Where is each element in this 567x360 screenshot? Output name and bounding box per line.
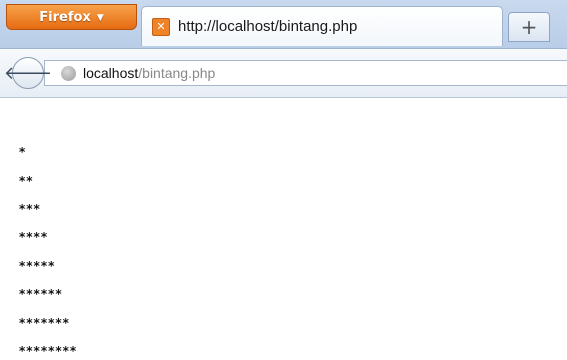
url-bar[interactable]: localhost/bintang.php [44, 60, 567, 86]
tab-active[interactable]: ✕ http://localhost/bintang.php [141, 6, 503, 46]
star-row-5: ***** [19, 259, 56, 273]
star-row-6: ****** [19, 287, 63, 301]
back-arrow-icon: 🡐 [3, 62, 53, 84]
star-row-2: ** [19, 174, 34, 188]
url-path: /bintang.php [138, 65, 216, 81]
globe-icon [61, 65, 76, 81]
star-row-3: *** [19, 202, 41, 216]
new-tab-button[interactable]: + [508, 12, 550, 42]
tab-title: http://localhost/bintang.php [178, 18, 358, 35]
firefox-menu-label: Firefox [39, 9, 91, 25]
chevron-down-icon: ▼ [96, 12, 104, 23]
star-row-1: * [19, 145, 27, 159]
browser-window: Firefox ▼ ✕ http://localhost/bintang.php… [0, 0, 567, 360]
back-button[interactable]: 🡐 [4, 57, 52, 89]
star-row-8: ******** [19, 344, 78, 358]
navigation-bar: localhost/bintang.php 🡐 [0, 48, 567, 98]
plus-icon: + [520, 15, 538, 39]
firefox-menu-button[interactable]: Firefox ▼ [6, 4, 137, 30]
tab-strip: Firefox ▼ ✕ http://localhost/bintang.php… [0, 0, 567, 48]
xampp-icon: ✕ [152, 17, 170, 36]
star-row-7: ******* [19, 316, 70, 330]
url-host: localhost [83, 65, 139, 81]
page-content: * ** *** **** ***** ****** ******* *****… [0, 98, 567, 360]
star-row-4: **** [19, 230, 49, 244]
